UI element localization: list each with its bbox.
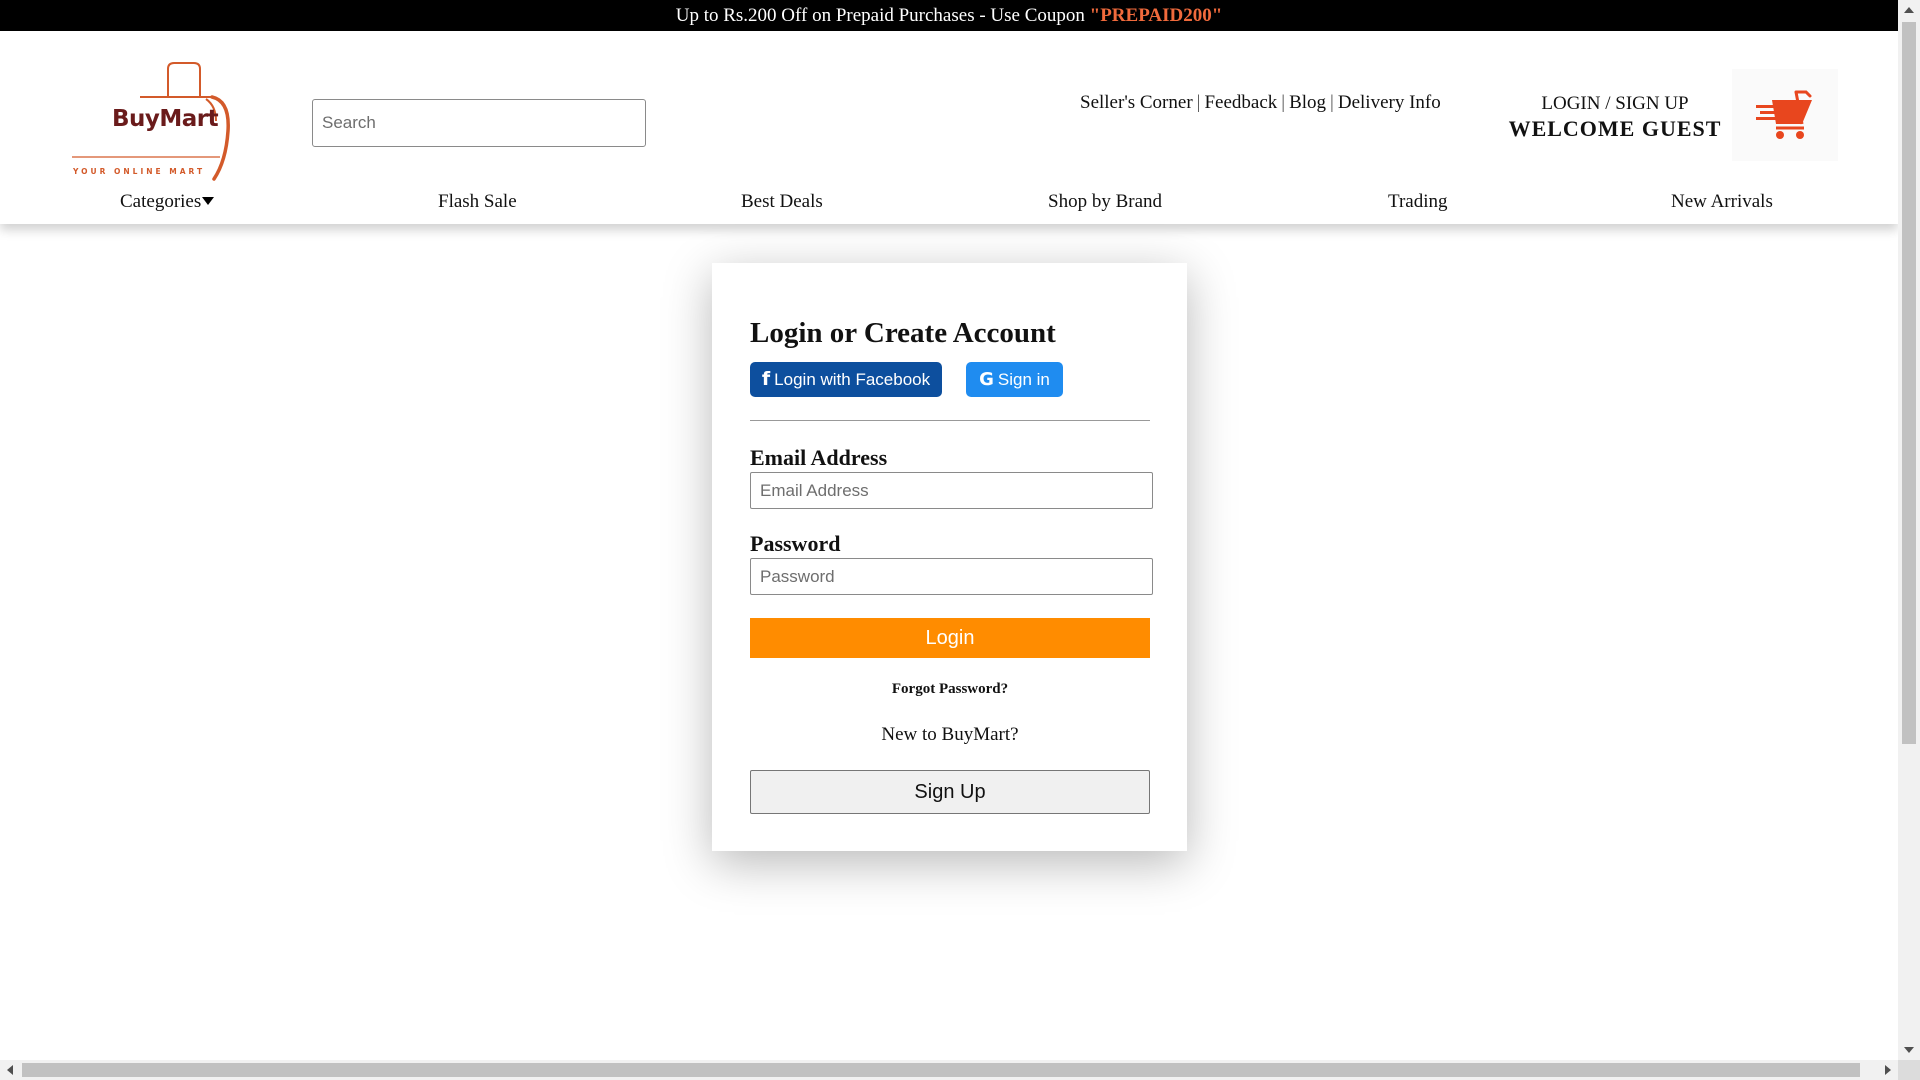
- brand-tagline: YOUR ONLINE MART: [73, 167, 206, 176]
- link-separator: |: [1330, 92, 1334, 113]
- scroll-left-icon[interactable]: [7, 1065, 13, 1075]
- login-button[interactable]: Login: [750, 618, 1150, 658]
- caret-down-icon: [202, 197, 215, 205]
- horizontal-scroll-thumb[interactable]: [22, 1063, 1860, 1077]
- sign-up-button[interactable]: Sign Up: [750, 770, 1150, 814]
- blog-link[interactable]: Blog: [1289, 92, 1326, 113]
- delivery-info-link[interactable]: Delivery Info: [1338, 92, 1441, 113]
- link-separator: |: [1281, 92, 1286, 113]
- facebook-icon: f: [761, 368, 771, 390]
- vertical-scrollbar[interactable]: [1898, 0, 1920, 1060]
- sellers-corner-link[interactable]: Seller's Corner: [1080, 92, 1193, 113]
- brand-logo[interactable]: BuyMart YOUR ONLINE MART: [70, 61, 235, 181]
- page: Up to Rs.200 Off on Prepaid Purchases - …: [0, 0, 1920, 1080]
- horizontal-scrollbar[interactable]: [0, 1060, 1898, 1080]
- google-icon: G: [979, 368, 994, 390]
- link-separator: |: [1196, 92, 1201, 113]
- email-label: Email Address: [750, 445, 888, 470]
- welcome-message: WELCOME GUEST: [1508, 116, 1722, 141]
- login-title: Login or Create Account: [750, 317, 1056, 349]
- scroll-down-icon[interactable]: [1904, 1047, 1914, 1053]
- feedback-link[interactable]: Feedback: [1204, 92, 1277, 113]
- shopping-cart-icon: [1756, 90, 1812, 139]
- login-card: Login or Create Account f Login with Fac…: [712, 263, 1187, 851]
- email-field[interactable]: [750, 472, 1153, 509]
- login-signup-link[interactable]: LOGIN / SIGN UP: [1500, 92, 1730, 116]
- facebook-login-label: Login with Facebook: [774, 369, 931, 389]
- divider: [750, 420, 1150, 421]
- forgot-password-link[interactable]: Forgot Password?: [750, 681, 1150, 698]
- nav-shop-by-brand[interactable]: Shop by Brand: [1048, 191, 1162, 213]
- promo-banner: Up to Rs.200 Off on Prepaid Purchases - …: [0, 0, 1898, 31]
- google-signin-label: Sign in: [997, 369, 1050, 389]
- promo-text: Up to Rs.200 Off on Prepaid Purchases - …: [675, 5, 1090, 26]
- promo-coupon-code: "PREPAID200": [1089, 5, 1223, 26]
- nav-flash-sale[interactable]: Flash Sale: [438, 191, 517, 213]
- main-nav: Categories Flash Sale Best Deals Shop by…: [0, 187, 1898, 223]
- nav-trading[interactable]: Trading: [1388, 191, 1447, 213]
- utility-links: Seller's Corner | Feedback | Blog | Delivery I…: [1080, 92, 1441, 114]
- nav-label: Categories: [120, 191, 202, 212]
- facebook-login-button[interactable]: f Login with Facebook: [750, 362, 942, 397]
- vertical-scroll-thumb[interactable]: [1902, 22, 1916, 744]
- password-label: Password: [750, 531, 841, 556]
- nav-new-arrivals[interactable]: New Arrivals: [1671, 191, 1773, 213]
- google-signin-button[interactable]: G Sign in: [966, 362, 1063, 397]
- brand-name: BuyMart: [112, 106, 219, 132]
- account-area: LOGIN / SIGN UP WELCOME GUEST: [1500, 92, 1730, 142]
- scroll-right-icon[interactable]: [1885, 1065, 1891, 1075]
- new-to-buymart-text: New to BuyMart?: [881, 724, 1019, 745]
- scroll-up-icon[interactable]: [1904, 7, 1914, 13]
- nav-best-deals[interactable]: Best Deals: [741, 191, 823, 213]
- nav-categories[interactable]: Categories: [120, 191, 215, 213]
- password-field[interactable]: [750, 558, 1153, 595]
- search-input[interactable]: [312, 99, 646, 147]
- cart-button[interactable]: [1732, 69, 1838, 161]
- site-header: BuyMart YOUR ONLINE MART Seller's Corner…: [0, 31, 1898, 224]
- scrollbar-corner: [1898, 1060, 1920, 1080]
